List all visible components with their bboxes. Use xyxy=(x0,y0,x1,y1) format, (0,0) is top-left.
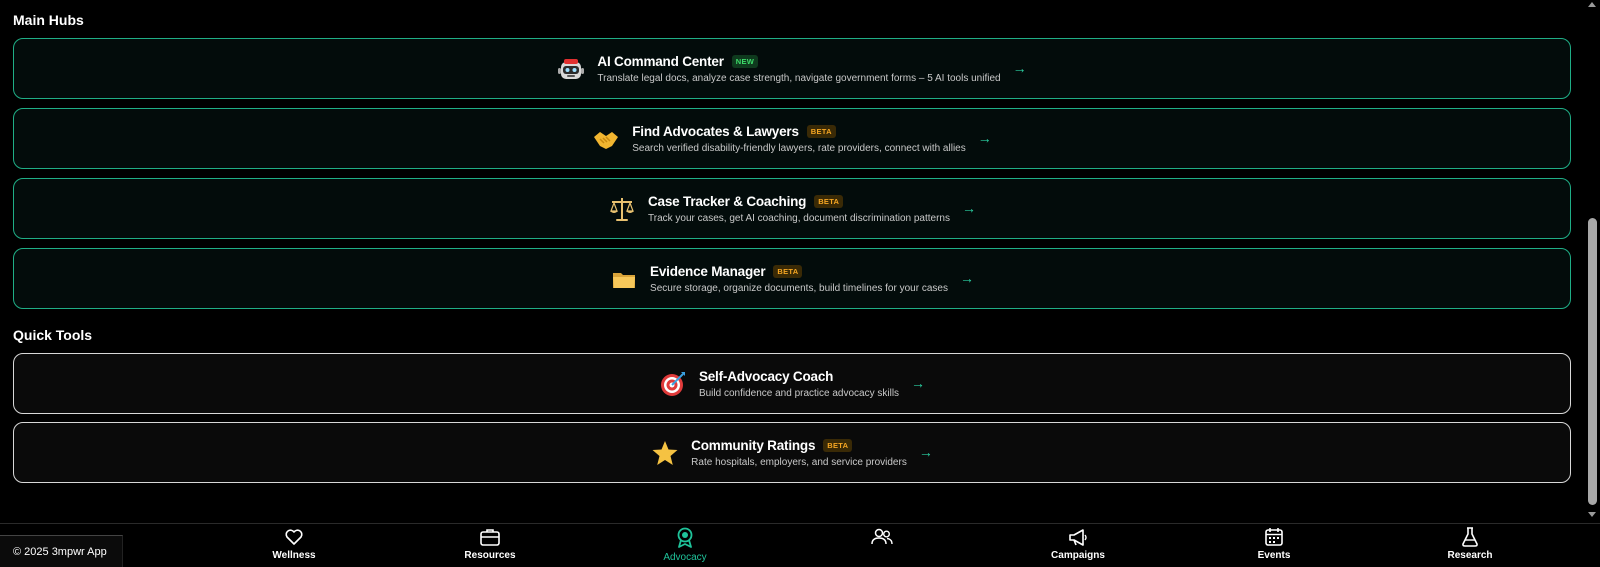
nav-label: Advocacy xyxy=(663,552,707,563)
arrow-right-icon: → xyxy=(918,443,933,460)
nav-label: Campaigns xyxy=(1051,550,1105,561)
beta-badge: BETA xyxy=(773,264,803,278)
scroll-down-arrow-icon[interactable] xyxy=(1588,512,1596,517)
briefcase-icon xyxy=(480,529,500,546)
nav-item-wellness[interactable]: Wellness xyxy=(249,527,339,561)
nav-item-community[interactable] xyxy=(837,527,927,550)
nav-label: Events xyxy=(1257,550,1291,561)
nav-item-resources[interactable]: Resources xyxy=(445,527,535,561)
users-icon xyxy=(871,528,893,545)
heart-icon xyxy=(285,529,303,545)
arrow-right-icon: → xyxy=(1012,59,1027,76)
arrow-right-icon: → xyxy=(977,129,992,146)
bottom-navigation xyxy=(0,523,1600,567)
arrow-right-icon: → xyxy=(911,374,926,391)
hub-description: Secure storage, organize documents, buil… xyxy=(650,282,948,294)
arrow-right-icon: → xyxy=(959,269,974,286)
megaphone-icon xyxy=(1069,529,1087,546)
calendar-icon xyxy=(1265,528,1283,546)
scroll-up-arrow-icon[interactable] xyxy=(1588,2,1596,7)
beta-badge: BETA xyxy=(806,124,836,138)
hub-card-find-advocates[interactable]: Find Advocates & Lawyers BETA Search ver… xyxy=(13,108,1571,169)
tool-description: Rate hospitals, employers, and service p… xyxy=(691,456,907,468)
hub-card-case-tracker[interactable]: Case Tracker & Coaching BETA Track your … xyxy=(13,178,1571,239)
handshake-icon xyxy=(592,123,632,155)
robot-icon xyxy=(557,53,597,85)
nav-item-research[interactable]: Research xyxy=(1425,527,1515,561)
tool-title: Self-Advocacy Coach xyxy=(698,368,834,384)
tool-card-self-advocacy-coach[interactable]: Self-Advocacy Coach Build confidence and… xyxy=(13,353,1571,414)
hub-card-ai-command-center[interactable]: AI Command Center NEW Translate legal do… xyxy=(13,38,1571,99)
tool-title: Community Ratings xyxy=(691,437,816,453)
tool-card-community-ratings[interactable]: Community Ratings BETA Rate hospitals, e… xyxy=(13,422,1571,483)
hub-title: AI Command Center xyxy=(597,53,724,69)
nav-label: Wellness xyxy=(272,550,316,561)
main-content: Main Hubs AI Command Center NEW Translat… xyxy=(0,0,1584,523)
hub-description: Track your cases, get AI coaching, docum… xyxy=(648,212,950,224)
nav-item-campaigns[interactable]: Campaigns xyxy=(1033,527,1123,561)
hub-card-evidence-manager[interactable]: Evidence Manager BETA Secure storage, or… xyxy=(13,248,1571,309)
hub-description: Search verified disability-friendly lawy… xyxy=(632,142,966,154)
nav-label: Research xyxy=(1447,550,1493,561)
new-badge: NEW xyxy=(731,54,759,68)
scrollbar-thumb[interactable] xyxy=(1588,218,1597,505)
nav-item-events[interactable]: Events xyxy=(1229,527,1319,561)
arrow-right-icon: → xyxy=(962,199,976,216)
hub-title: Evidence Manager xyxy=(650,263,766,279)
beta-badge: BETA xyxy=(814,194,844,208)
beta-badge: BETA xyxy=(823,438,853,452)
hub-title: Case Tracker & Coaching xyxy=(648,193,807,209)
target-icon xyxy=(659,368,699,400)
nav-item-advocacy[interactable]: Advocacy xyxy=(640,527,730,563)
main-hubs-heading: Main Hubs xyxy=(13,12,84,28)
nav-label: Resources xyxy=(464,550,516,561)
quick-tools-heading: Quick Tools xyxy=(13,327,93,343)
star-icon xyxy=(651,437,691,469)
scales-icon xyxy=(608,193,648,225)
folder-icon xyxy=(610,263,650,295)
tool-description: Build confidence and practice advocacy s… xyxy=(698,387,900,399)
hub-title: Find Advocates & Lawyers xyxy=(632,123,799,139)
footer-copyright: © 2025 3mpwr App xyxy=(0,535,123,567)
award-icon xyxy=(677,527,693,548)
hub-description: Translate legal docs, analyze case stren… xyxy=(597,72,1001,84)
vertical-scrollbar[interactable] xyxy=(1584,0,1600,523)
flask-icon xyxy=(1462,527,1478,547)
